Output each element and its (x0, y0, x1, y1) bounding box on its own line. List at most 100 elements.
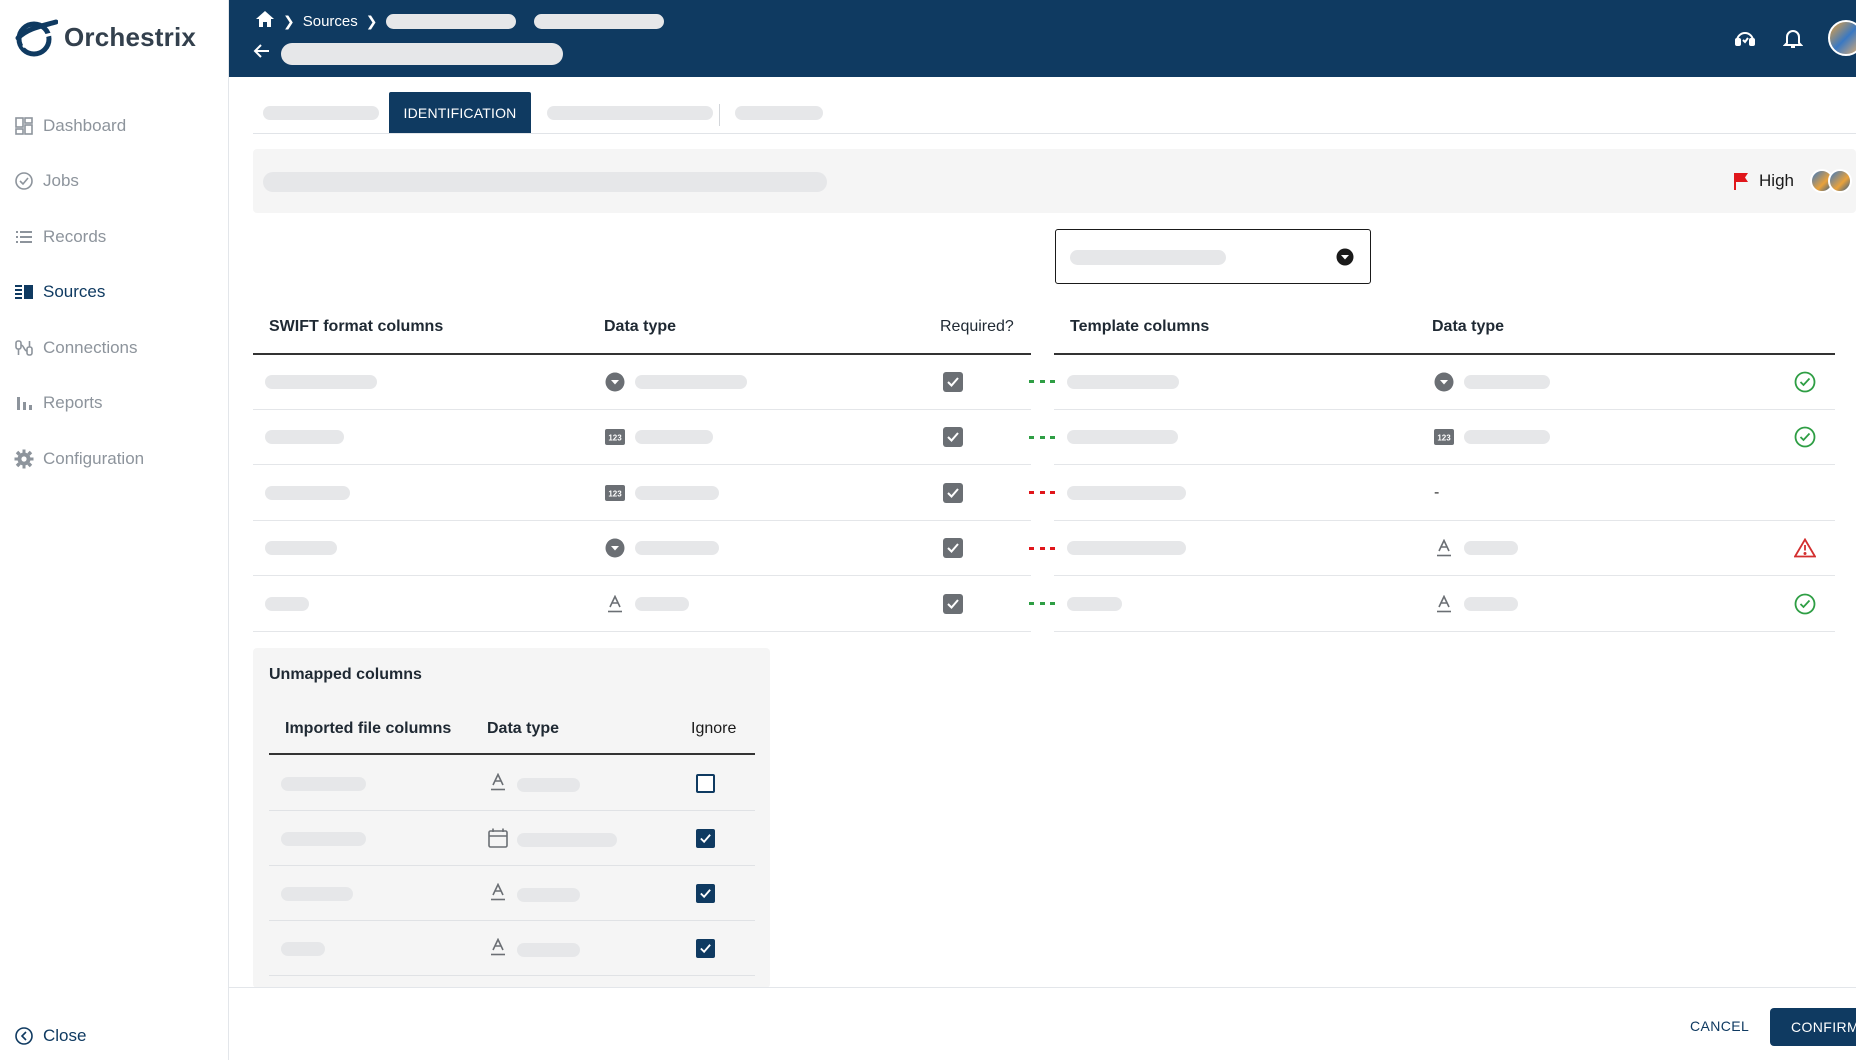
tab-placeholder-3[interactable] (735, 92, 823, 133)
template-column-cell[interactable] (1067, 354, 1179, 409)
unmapped-title: Unmapped columns (269, 666, 422, 683)
required-cell (943, 465, 963, 520)
cancel-button[interactable]: CANCEL (1680, 1008, 1759, 1044)
unmapped-row[interactable] (269, 921, 755, 976)
type-name-placeholder (635, 374, 747, 389)
sidebar: Orchestrix Dashboard Jobs Records Source… (0, 0, 229, 1060)
dropdown-type-icon (605, 372, 625, 392)
header-ignore: Ignore (691, 720, 737, 737)
sidebar-item-label: Dashboard (43, 115, 127, 135)
tab-placeholder-2[interactable] (547, 92, 713, 133)
bell-icon[interactable] (1780, 25, 1806, 51)
required-cell (943, 576, 963, 631)
source-column-cell (265, 354, 377, 409)
text-type-icon (490, 772, 506, 796)
home-icon[interactable] (255, 10, 275, 32)
header-imported-columns: Imported file columns (285, 720, 452, 737)
sidebar-item-label: Jobs (43, 171, 79, 191)
support-icon[interactable] (1732, 25, 1758, 51)
back-arrow-icon[interactable] (253, 42, 271, 65)
warning-icon (1794, 538, 1816, 558)
sidebar-item-label: Configuration (43, 448, 145, 468)
sidebar-item-label: Sources (43, 282, 106, 302)
breadcrumb-placeholder[interactable] (385, 13, 516, 29)
sidebar-item-reports[interactable]: Reports (0, 376, 229, 432)
text-type-icon (605, 594, 625, 614)
unmapped-row[interactable] (269, 811, 755, 866)
check-circle-icon (1794, 371, 1816, 392)
svg-text:123: 123 (608, 489, 622, 498)
sidebar-item-records[interactable]: Records (0, 209, 229, 265)
template-type-cell (1434, 521, 1518, 576)
required-checkbox (943, 482, 963, 503)
breadcrumb-placeholder[interactable] (533, 13, 664, 29)
sidebar-item-sources[interactable]: Sources (0, 265, 229, 321)
flag-icon (1734, 173, 1749, 190)
column-name-placeholder (281, 832, 366, 846)
tab-bar: IDENTIFICATION (253, 92, 1856, 134)
template-column-cell[interactable] (1067, 465, 1186, 520)
source-column-cell (265, 521, 337, 576)
orchestrix-logo-icon (15, 19, 58, 57)
ignore-checkbox[interactable] (696, 884, 715, 903)
mapping-row[interactable] (253, 576, 1835, 632)
task-title-placeholder (263, 172, 827, 192)
chevron-right-icon: ❯ (283, 12, 295, 29)
tab-label-placeholder (547, 105, 713, 120)
tab-placeholder-1[interactable] (263, 92, 379, 133)
mapping-row[interactable] (253, 521, 1835, 576)
empty-type-text: - (1434, 483, 1440, 501)
breadcrumb: ❯ Sources ❯ (255, 10, 664, 32)
assignee-avatars[interactable] (1810, 169, 1852, 193)
sidebar-item-label: Reports (43, 393, 103, 413)
type-name-placeholder (517, 943, 580, 957)
sources-icon (14, 282, 34, 302)
template-type-cell (1434, 354, 1550, 409)
mapping-link-matched (1029, 602, 1055, 605)
unmapped-header: Imported file columns Data type Ignore (269, 710, 755, 755)
header-actions (1732, 20, 1856, 56)
type-name-placeholder (635, 596, 689, 611)
sidebar-item-jobs[interactable]: Jobs (0, 154, 229, 210)
template-type-cell: 123 (1434, 410, 1550, 465)
tab-divider (719, 104, 720, 126)
avatar[interactable] (1828, 20, 1856, 56)
confirm-button[interactable]: CONFIRM (1770, 1008, 1856, 1046)
breadcrumb-sources[interactable]: Sources (303, 13, 358, 30)
priority-indicator[interactable]: High (1733, 171, 1794, 191)
top-header: ❯ Sources ❯ (229, 0, 1856, 77)
sidebar-item-dashboard[interactable]: Dashboard (0, 98, 229, 154)
ignore-checkbox[interactable] (696, 939, 715, 958)
column-name-placeholder (265, 541, 337, 555)
status-cell (1794, 354, 1816, 409)
status-cell (1794, 521, 1816, 576)
template-select[interactable] (1055, 229, 1371, 284)
type-name-placeholder (1464, 374, 1550, 389)
text-type-icon (490, 882, 506, 906)
unmapped-row[interactable] (269, 866, 755, 921)
ignore-checkbox[interactable] (696, 774, 715, 793)
type-name-placeholder (1464, 430, 1550, 444)
header-required: Required? (940, 318, 1014, 335)
close-sidebar-button[interactable]: Close (14, 1026, 86, 1046)
unmapped-row[interactable] (269, 756, 755, 811)
ignore-checkbox[interactable] (696, 829, 715, 848)
sidebar-item-connections[interactable]: Connections (0, 320, 229, 376)
template-column-cell[interactable] (1067, 576, 1122, 631)
template-column-cell[interactable] (1067, 521, 1186, 576)
mapping-row[interactable]: 123 123 (253, 410, 1835, 465)
header-template-data-type: Data type (1432, 318, 1505, 335)
app-logo[interactable]: Orchestrix (14, 16, 196, 58)
required-cell (943, 410, 963, 465)
mapping-row[interactable] (253, 354, 1835, 410)
template-column-cell[interactable] (1067, 410, 1178, 465)
priority-label: High (1759, 171, 1794, 190)
number-type-icon: 123 (605, 483, 625, 503)
mapping-row[interactable]: 123 - (253, 465, 1835, 521)
sidebar-item-configuration[interactable]: Configuration (0, 431, 229, 487)
action-footer: CANCEL CONFIRM (229, 987, 1856, 1060)
avatar (1828, 169, 1852, 193)
column-name-placeholder (265, 374, 377, 389)
tab-identification[interactable]: IDENTIFICATION (389, 92, 531, 133)
column-name-placeholder (1067, 596, 1122, 611)
